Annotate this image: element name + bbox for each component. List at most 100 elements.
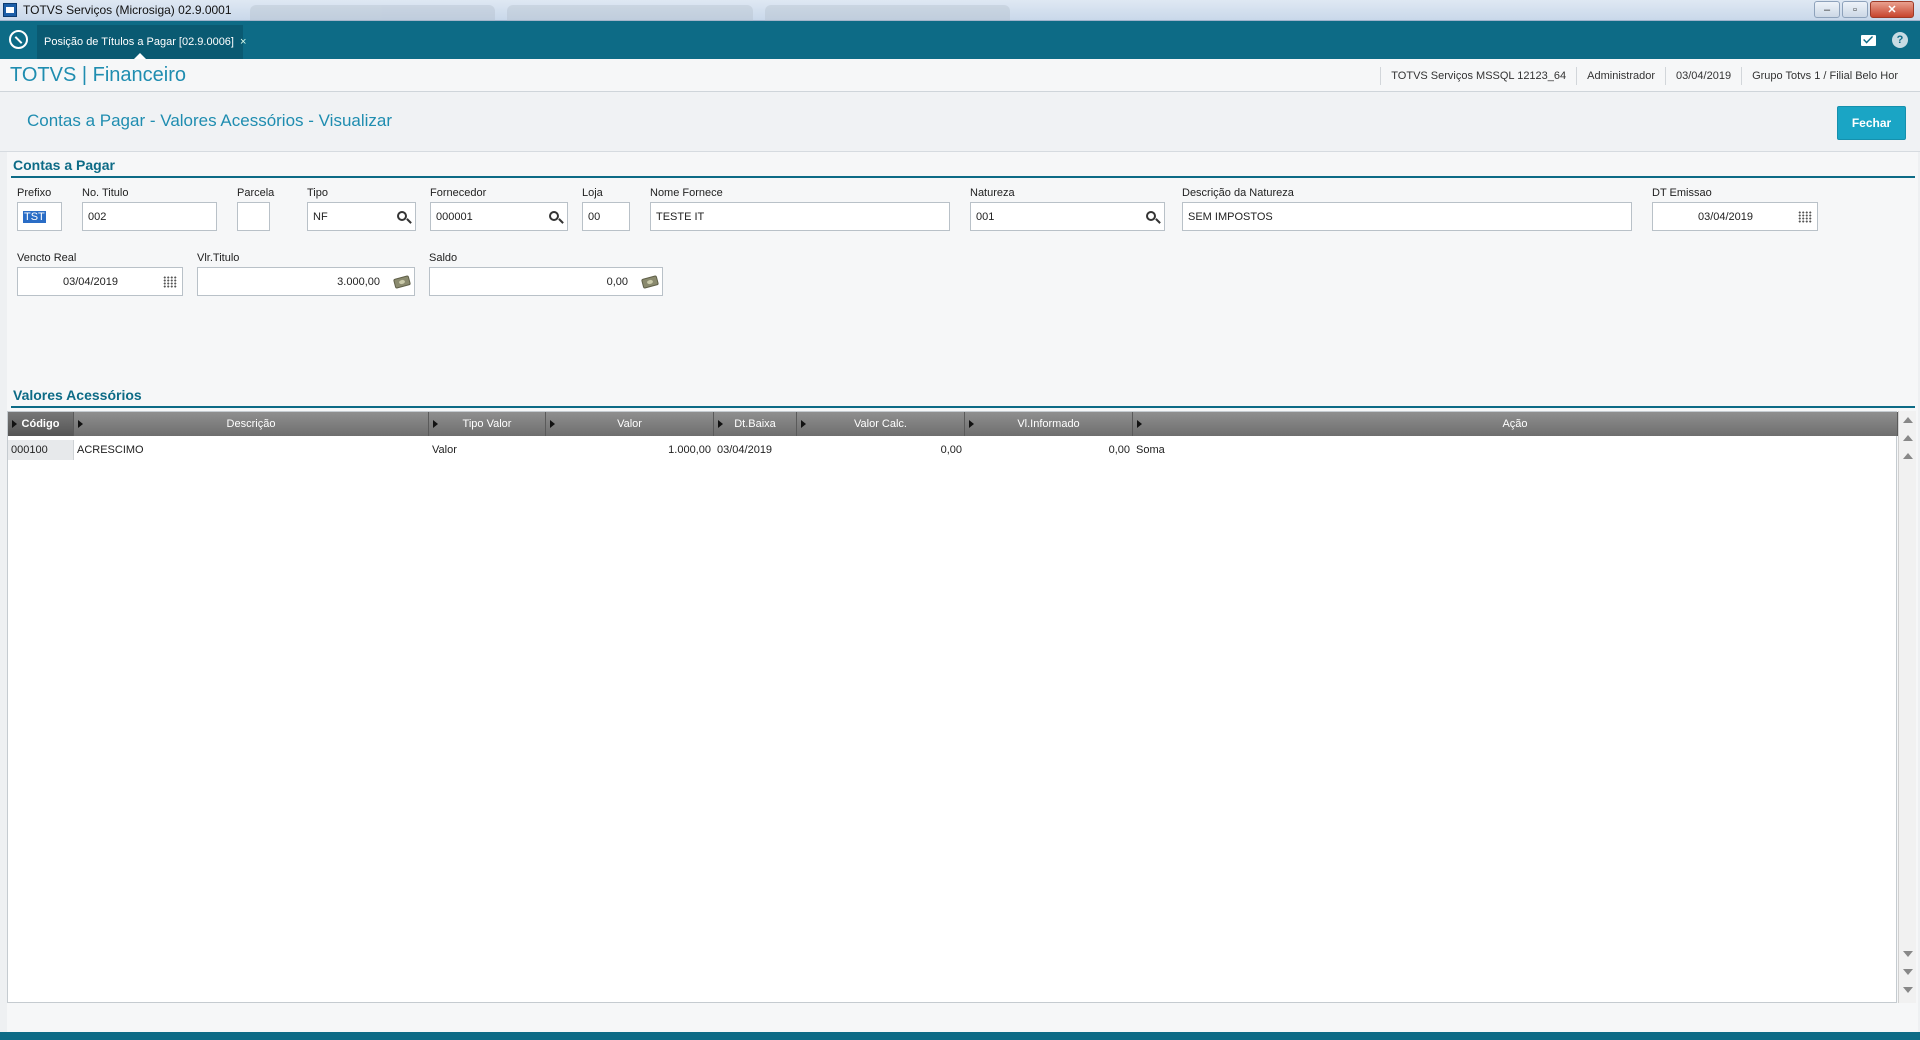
field-no-titulo: No. Titulo 002 <box>82 187 217 231</box>
field-prefixo: Prefixo TST <box>17 187 62 231</box>
sort-arrow-icon <box>969 420 974 428</box>
tipo-label: Tipo <box>307 187 328 199</box>
field-descricao-natureza: Descrição da Natureza SEM IMPOSTOS <box>1182 187 1632 231</box>
scroll-top-icon[interactable] <box>1903 417 1913 423</box>
scroll-up-icon[interactable] <box>1903 453 1913 459</box>
col-header-descricao[interactable]: Descrição <box>74 412 429 436</box>
vencto-real-input[interactable]: 03/04/2019 <box>17 267 183 296</box>
col-header-label: Valor <box>617 418 642 430</box>
sort-arrow-icon <box>433 420 438 428</box>
prefixo-input[interactable]: TST <box>17 202 62 231</box>
vencto-real-value: 03/04/2019 <box>62 275 119 288</box>
section-title-acessorios: Valores Acessórios <box>13 387 142 403</box>
cell-valor-calc: 0,00 <box>940 444 962 456</box>
field-loja: Loja 00 <box>582 187 630 231</box>
field-saldo: Saldo 0,00 <box>429 252 663 296</box>
parcela-label: Parcela <box>237 187 275 199</box>
module-header: TOTVS | Financeiro TOTVS Serviços MSSQL … <box>0 59 1920 92</box>
sort-arrow-icon <box>78 420 83 428</box>
vlr-titulo-value: 3.000,00 <box>337 275 380 288</box>
restore-button[interactable]: ▫ <box>1842 1 1868 18</box>
user-info: Administrador <box>1576 66 1665 85</box>
mail-icon[interactable] <box>1861 35 1876 46</box>
tipo-search-icon[interactable] <box>395 209 411 225</box>
sort-arrow-icon <box>12 420 17 428</box>
app-icon <box>3 3 17 17</box>
desc-natureza-input[interactable]: SEM IMPOSTOS <box>1182 202 1632 231</box>
natureza-input[interactable]: 001 <box>970 202 1165 231</box>
cell-vl-informado: 0,00 <box>1108 444 1130 456</box>
fornecedor-value: 000001 <box>436 210 473 223</box>
grid-header: Código Descrição Tipo Valor Valor Dt.Bai… <box>8 412 1898 436</box>
page-title: Contas a Pagar - Valores Acessórios - Vi… <box>27 111 393 130</box>
saldo-input[interactable]: 0,00 <box>429 267 663 296</box>
sort-arrow-icon <box>1137 420 1142 428</box>
prefixo-label: Prefixo <box>17 187 52 199</box>
cell-codigo: 000100 <box>8 440 74 460</box>
dt-emissao-label: DT Emissao <box>1652 187 1712 199</box>
fornecedor-search-icon[interactable] <box>547 209 563 225</box>
section-title-contas: Contas a Pagar <box>13 157 115 173</box>
date-info: 03/04/2019 <box>1665 66 1741 85</box>
loja-input[interactable]: 00 <box>582 202 630 231</box>
natureza-label: Natureza <box>970 187 1015 199</box>
col-header-dt-baixa[interactable]: Dt.Baixa <box>714 412 797 436</box>
col-header-codigo[interactable]: Código <box>8 412 74 436</box>
fornecedor-label: Fornecedor <box>430 187 487 199</box>
ghost-tab <box>250 5 496 21</box>
col-header-label: Ação <box>1502 418 1528 430</box>
saldo-label: Saldo <box>429 252 458 264</box>
nome-fornece-label: Nome Fornece <box>650 187 723 199</box>
grid-scrollbar[interactable] <box>1898 411 1916 1003</box>
table-row[interactable]: 000100 ACRESCIMO Valor 1.000,00 03/04/20… <box>8 440 1898 460</box>
help-icon[interactable]: ? <box>1892 32 1908 48</box>
col-header-label: Dt.Baixa <box>734 418 776 430</box>
minimize-button[interactable]: – <box>1814 1 1840 18</box>
col-header-tipo-valor[interactable]: Tipo Valor <box>429 412 546 436</box>
close-window-button[interactable]: ✕ <box>1870 1 1914 18</box>
money-icon[interactable] <box>640 274 660 290</box>
brand-title: TOTVS | Financeiro <box>10 64 186 86</box>
fornecedor-input[interactable]: 000001 <box>430 202 568 231</box>
field-vencto-real: Vencto Real 03/04/2019 <box>17 252 183 296</box>
vencto-real-label: Vencto Real <box>17 252 77 264</box>
loja-label: Loja <box>582 187 603 199</box>
tab-close-icon[interactable]: × <box>240 36 246 48</box>
ghost-tab <box>507 5 753 21</box>
tipo-input[interactable]: NF <box>307 202 416 231</box>
nome-fornece-input[interactable]: TESTE IT <box>650 202 950 231</box>
col-header-valor[interactable]: Valor <box>546 412 714 436</box>
fechar-button[interactable]: Fechar <box>1837 106 1906 140</box>
dt-emissao-input[interactable]: 03/04/2019 <box>1652 202 1818 231</box>
calendar-icon[interactable] <box>1797 209 1813 225</box>
scroll-bottom-icon[interactable] <box>1903 987 1913 993</box>
col-header-label: Valor Calc. <box>854 418 907 430</box>
company-info[interactable]: Grupo Totvs 1 / Filial Belo Hor <box>1741 66 1908 85</box>
scroll-down-icon[interactable] <box>1903 951 1913 957</box>
col-header-acao[interactable]: Ação <box>1133 412 1898 436</box>
parcela-input[interactable] <box>237 202 270 231</box>
natureza-search-icon[interactable] <box>1144 209 1160 225</box>
no-titulo-input[interactable]: 002 <box>82 202 217 231</box>
field-dt-emissao: DT Emissao 03/04/2019 <box>1652 187 1818 231</box>
page-header: Contas a Pagar - Valores Acessórios - Vi… <box>0 92 1920 152</box>
desc-natureza-label: Descrição da Natureza <box>1182 187 1294 199</box>
tab-posicao-titulos[interactable]: Posição de Títulos a Pagar [02.9.0006] × <box>37 25 246 59</box>
col-header-valor-calc[interactable]: Valor Calc. <box>797 412 965 436</box>
vlr-titulo-input[interactable]: 3.000,00 <box>197 267 415 296</box>
home-icon[interactable] <box>9 30 28 49</box>
money-icon[interactable] <box>392 274 412 290</box>
cell-valor: 1.000,00 <box>668 444 711 456</box>
sort-arrow-icon <box>801 420 806 428</box>
cell-acao: Soma <box>1136 444 1165 456</box>
no-titulo-label: No. Titulo <box>82 187 129 199</box>
col-header-vl-informado[interactable]: Vl.Informado <box>965 412 1133 436</box>
scroll-page-up-icon[interactable] <box>1903 435 1913 441</box>
dt-emissao-value: 03/04/2019 <box>1697 210 1754 223</box>
field-fornecedor: Fornecedor 000001 <box>430 187 568 231</box>
cell-dt-baixa: 03/04/2019 <box>717 444 773 456</box>
scroll-page-down-icon[interactable] <box>1903 969 1913 975</box>
tab-label: Posição de Títulos a Pagar [02.9.0006] <box>44 36 234 48</box>
background-browser-tabs <box>250 5 1010 21</box>
calendar-icon[interactable] <box>162 274 178 290</box>
